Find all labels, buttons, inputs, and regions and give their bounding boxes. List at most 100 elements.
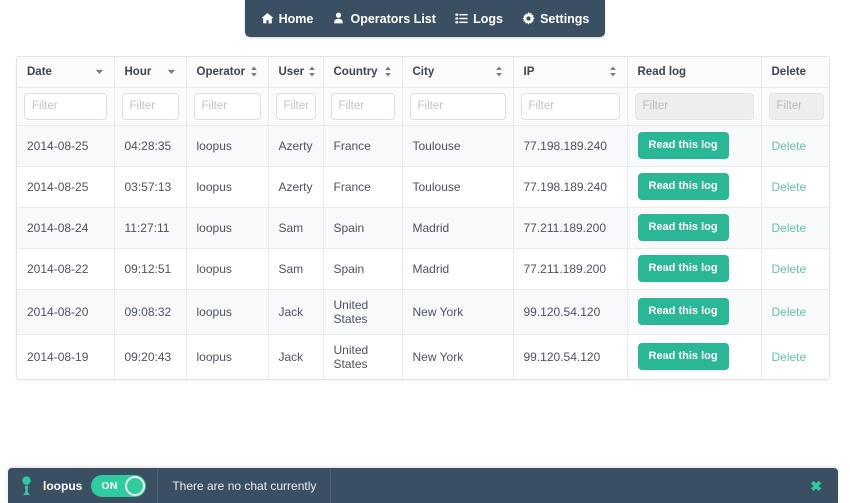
home-icon	[261, 12, 274, 25]
column-label-ip: IP	[523, 65, 535, 78]
column-label-delete: Delete	[771, 65, 807, 78]
sort-updown-icon	[384, 66, 392, 77]
filter-input-user[interactable]	[275, 92, 316, 120]
filter-input-hour[interactable]	[121, 92, 179, 120]
nav-item-home[interactable]: Home	[258, 10, 317, 28]
column-header-hour[interactable]: Hour	[114, 57, 187, 88]
logs-table: Date Hour Operator User Country City IP …	[17, 57, 829, 379]
cell-ip: 99.120.54.120	[513, 334, 628, 379]
cell-date: 2014-08-25	[17, 166, 115, 208]
filter-input-city[interactable]	[409, 92, 506, 120]
filter-cell-hour	[114, 87, 187, 126]
cell-read-log: Read this log	[627, 334, 762, 379]
nav-label-settings: Settings	[540, 11, 590, 26]
read-log-button[interactable]: Read this log	[637, 255, 729, 282]
filter-cell-delete	[761, 87, 829, 126]
filter-input-read-log	[634, 92, 754, 120]
delete-link[interactable]: Delete	[772, 180, 807, 194]
nav-label-logs: Logs	[473, 11, 503, 26]
cell-user: Jack	[268, 289, 324, 335]
nav-item-logs[interactable]: Logs	[452, 10, 506, 28]
delete-link[interactable]: Delete	[772, 305, 807, 319]
cell-city: Madrid	[402, 207, 514, 249]
chat-status-toggle[interactable]: ON	[91, 474, 147, 497]
table-row: 2014-08-19 09:20:43 loopus Jack United S…	[17, 334, 829, 379]
cell-date: 2014-08-24	[17, 207, 115, 249]
cell-operator: loopus	[186, 125, 269, 167]
read-log-button[interactable]: Read this log	[637, 173, 729, 200]
cell-user: Azerty	[268, 125, 324, 167]
cell-ip: 77.198.189.240	[513, 125, 628, 167]
column-header-operator[interactable]: Operator	[186, 57, 269, 88]
column-label-city: City	[412, 65, 435, 78]
read-log-button[interactable]: Read this log	[637, 132, 729, 159]
nav-item-settings[interactable]: Settings	[519, 10, 592, 28]
delete-link[interactable]: Delete	[772, 221, 807, 235]
cell-date: 2014-08-20	[17, 289, 115, 335]
cell-read-log: Read this log	[627, 125, 762, 167]
column-header-city[interactable]: City	[402, 57, 514, 88]
cell-hour: 09:12:51	[114, 248, 187, 290]
filter-input-date[interactable]	[24, 92, 107, 120]
filter-cell-operator	[186, 87, 269, 126]
cell-city: Toulouse	[402, 166, 514, 208]
person-icon	[19, 475, 34, 496]
cell-delete: Delete	[761, 289, 829, 335]
sort-updown-icon	[308, 66, 316, 77]
cell-operator: loopus	[186, 248, 269, 290]
read-log-button[interactable]: Read this log	[637, 298, 729, 325]
nav-item-operators-list[interactable]: Operators List	[329, 10, 438, 28]
table-row: 2014-08-25 04:28:35 loopus Azerty France…	[17, 125, 829, 167]
chat-user-segment: loopus ON	[8, 468, 159, 503]
chat-bar: loopus ON There are no chat currently ✖	[8, 468, 838, 503]
chat-empty-message: There are no chat currently	[158, 468, 332, 503]
filter-cell-city	[402, 87, 514, 126]
table-filter-row	[17, 87, 829, 126]
cell-delete: Delete	[761, 207, 829, 249]
cell-read-log: Read this log	[627, 289, 762, 335]
filter-cell-country	[323, 87, 403, 126]
filter-input-country[interactable]	[330, 92, 395, 120]
cell-delete: Delete	[761, 248, 829, 290]
close-icon[interactable]: ✖	[794, 479, 838, 493]
filter-input-delete	[768, 92, 824, 120]
cell-date: 2014-08-22	[17, 248, 115, 290]
cell-read-log: Read this log	[627, 207, 762, 249]
delete-link[interactable]: Delete	[772, 262, 807, 276]
column-label-date: Date	[27, 65, 52, 78]
cell-country: Spain	[323, 207, 403, 249]
cell-country: United States	[323, 289, 403, 335]
cell-city: New York	[402, 289, 514, 335]
table-row: 2014-08-22 09:12:51 loopus Sam Spain Mad…	[17, 248, 829, 290]
main-navbar: Home Operators List Logs Settings	[245, 0, 605, 37]
cell-hour: 04:28:35	[114, 125, 187, 167]
column-header-date[interactable]: Date	[17, 57, 115, 88]
column-label-hour: Hour	[124, 65, 152, 78]
cell-country: United States	[323, 334, 403, 379]
cell-city: New York	[402, 334, 514, 379]
read-log-button[interactable]: Read this log	[637, 214, 729, 241]
read-log-button[interactable]: Read this log	[637, 343, 729, 371]
cell-country: Spain	[323, 248, 403, 290]
cell-operator: loopus	[186, 334, 269, 379]
column-header-ip[interactable]: IP	[513, 57, 628, 88]
column-header-read-log: Read log	[627, 57, 762, 88]
toggle-knob	[125, 475, 146, 496]
chevron-down-icon	[167, 67, 176, 76]
cell-user: Sam	[268, 248, 324, 290]
cell-country: France	[323, 125, 403, 167]
filter-input-operator[interactable]	[193, 92, 261, 120]
filter-input-ip[interactable]	[520, 92, 620, 120]
cell-read-log: Read this log	[627, 166, 762, 208]
cell-operator: loopus	[186, 207, 269, 249]
cell-user: Jack	[268, 334, 324, 379]
delete-link[interactable]: Delete	[772, 139, 807, 153]
delete-link[interactable]: Delete	[772, 350, 807, 364]
cell-ip: 77.211.189.200	[513, 207, 628, 249]
sort-updown-icon	[609, 66, 617, 77]
cell-user: Azerty	[268, 166, 324, 208]
cell-ip: 77.211.189.200	[513, 248, 628, 290]
column-header-user[interactable]: User	[268, 57, 324, 88]
sort-updown-icon	[250, 66, 258, 77]
column-header-country[interactable]: Country	[323, 57, 403, 88]
